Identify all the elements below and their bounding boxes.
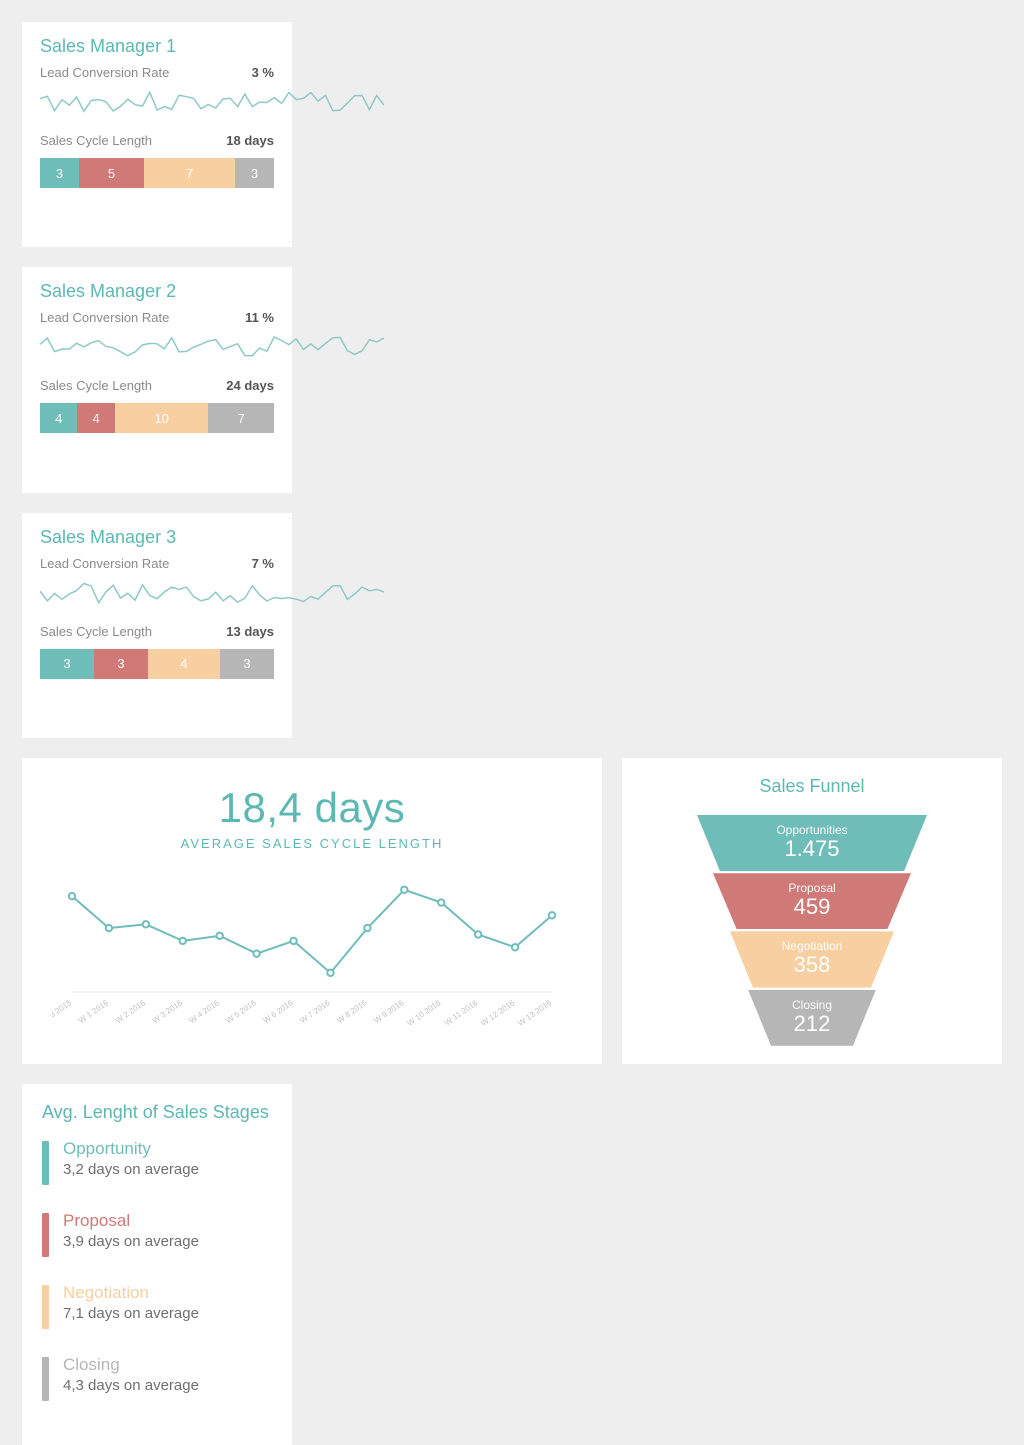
avg-cycle-subtitle: AVERAGE SALES CYCLE LENGTH (42, 836, 582, 851)
stacked-bar-seg: 3 (235, 158, 274, 188)
sales-cycle-row: Sales Cycle Length 13 days (40, 624, 274, 639)
stacked-bar-seg: 7 (144, 158, 235, 188)
funnel-seg-opportunities: Opportunities 1.475 (697, 815, 927, 871)
svg-text:W 3 2016: W 3 2016 (151, 998, 185, 1025)
avg-cycle-line-chart: W 53 2015W 1 2016W 2 2016W 3 2016W 4 201… (52, 867, 572, 1037)
stacked-bar-seg: 4 (40, 403, 77, 433)
sales-cycle-value: 18 days (226, 133, 274, 148)
sales-cycle-row: Sales Cycle Length 18 days (40, 133, 274, 148)
stage-row: Opportunity 3,2 days on average (42, 1139, 272, 1185)
lead-conversion-row: Lead Conversion Rate 3 % (40, 65, 274, 80)
stacked-bar-seg: 3 (40, 158, 79, 188)
stacked-bar-seg: 3 (40, 649, 94, 679)
stage-value: 3,2 days on average (63, 1161, 199, 1178)
svg-text:W 12 2016: W 12 2016 (479, 998, 516, 1028)
svg-text:W 2 2016: W 2 2016 (114, 998, 148, 1025)
sales-funnel-chart: Opportunities 1.475 Proposal 459 Negotia… (642, 813, 982, 1046)
funnel-label: Negotiation (730, 939, 894, 953)
sales-cycle-label: Sales Cycle Length (40, 133, 152, 148)
lead-conversion-row: Lead Conversion Rate 11 % (40, 310, 274, 325)
sales-cycle-row: Sales Cycle Length 24 days (40, 378, 274, 393)
stage-value: 4,3 days on average (63, 1377, 199, 1394)
stacked-bar-seg: 7 (208, 403, 274, 433)
sales-funnel-title: Sales Funnel (642, 776, 982, 797)
manager-sparkline (40, 577, 384, 609)
funnel-label: Proposal (713, 881, 911, 895)
manager-stacked-bar: 3573 (40, 158, 274, 188)
stage-row: Closing 4,3 days on average (42, 1355, 272, 1401)
svg-text:W 9 2016: W 9 2016 (372, 998, 406, 1025)
stacked-bar-seg: 10 (115, 403, 209, 433)
funnel-value: 358 (730, 953, 894, 977)
stage-name: Proposal (63, 1211, 199, 1231)
funnel-seg-negotiation: Negotiation 358 (730, 931, 894, 987)
manager-title: Sales Manager 3 (40, 527, 274, 548)
manager-card: Sales Manager 1 Lead Conversion Rate 3 %… (22, 22, 292, 247)
sales-cycle-label: Sales Cycle Length (40, 378, 152, 393)
funnel-label: Closing (748, 998, 876, 1012)
stage-color-bar (42, 1357, 49, 1401)
stacked-bar-seg: 5 (79, 158, 144, 188)
funnel-value: 459 (713, 895, 911, 919)
manager-title: Sales Manager 1 (40, 36, 274, 57)
avg-stage-length-title: Avg. Lenght of Sales Stages (42, 1102, 272, 1123)
manager-card: Sales Manager 3 Lead Conversion Rate 7 %… (22, 513, 292, 738)
lead-conversion-label: Lead Conversion Rate (40, 65, 169, 80)
manager-card: Sales Manager 2 Lead Conversion Rate 11 … (22, 267, 292, 492)
svg-text:W 10 2016: W 10 2016 (406, 998, 443, 1028)
avg-cycle-value: 18,4 days (42, 784, 582, 832)
funnel-seg-proposal: Proposal 459 (713, 873, 911, 929)
funnel-seg-closing: Closing 212 (748, 990, 876, 1046)
svg-text:W 1 2016: W 1 2016 (77, 998, 111, 1025)
svg-text:W 13 2016: W 13 2016 (516, 998, 553, 1028)
funnel-value: 1.475 (697, 837, 927, 861)
sales-funnel-card: Sales Funnel Opportunities 1.475 Proposa… (622, 758, 1002, 1064)
svg-text:W 53 2015: W 53 2015 (52, 998, 74, 1028)
svg-text:W 6 2016: W 6 2016 (261, 998, 295, 1025)
lead-conversion-label: Lead Conversion Rate (40, 556, 169, 571)
sales-cycle-value: 13 days (226, 624, 274, 639)
stage-value: 7,1 days on average (63, 1305, 199, 1322)
stage-name: Closing (63, 1355, 199, 1375)
stage-row: Negotiation 7,1 days on average (42, 1283, 272, 1329)
stacked-bar-seg: 4 (148, 649, 220, 679)
manager-sparkline (40, 331, 384, 363)
sales-cycle-value: 24 days (226, 378, 274, 393)
stage-row: Proposal 3,9 days on average (42, 1211, 272, 1257)
stacked-bar-seg: 3 (220, 649, 274, 679)
sales-cycle-label: Sales Cycle Length (40, 624, 152, 639)
manager-stacked-bar: 3343 (40, 649, 274, 679)
lead-conversion-value: 7 % (252, 556, 274, 571)
stage-color-bar (42, 1285, 49, 1329)
stacked-bar-seg: 3 (94, 649, 148, 679)
managers-column: Sales Manager 1 Lead Conversion Rate 3 %… (22, 22, 292, 738)
manager-sparkline (40, 86, 384, 118)
avg-cycle-card: 18,4 days AVERAGE SALES CYCLE LENGTH W 5… (22, 758, 602, 1064)
stage-name: Negotiation (63, 1283, 199, 1303)
lead-conversion-value: 11 % (245, 310, 274, 325)
stage-color-bar (42, 1213, 49, 1257)
stage-value: 3,9 days on average (63, 1233, 199, 1250)
svg-text:W 8 2016: W 8 2016 (335, 998, 369, 1025)
svg-text:W 4 2016: W 4 2016 (188, 998, 222, 1025)
svg-text:W 5 2016: W 5 2016 (225, 998, 259, 1025)
stage-name: Opportunity (63, 1139, 199, 1159)
funnel-label: Opportunities (697, 823, 927, 837)
svg-text:W 11 2016: W 11 2016 (443, 998, 480, 1028)
manager-stacked-bar: 44107 (40, 403, 274, 433)
lead-conversion-value: 3 % (252, 65, 274, 80)
lead-conversion-label: Lead Conversion Rate (40, 310, 169, 325)
lead-conversion-row: Lead Conversion Rate 7 % (40, 556, 274, 571)
stage-color-bar (42, 1141, 49, 1185)
avg-stage-length-card: Avg. Lenght of Sales Stages Opportunity … (22, 1084, 292, 1445)
funnel-value: 212 (748, 1012, 876, 1036)
svg-text:W 7 2016: W 7 2016 (298, 998, 332, 1025)
manager-title: Sales Manager 2 (40, 281, 274, 302)
stacked-bar-seg: 4 (77, 403, 114, 433)
